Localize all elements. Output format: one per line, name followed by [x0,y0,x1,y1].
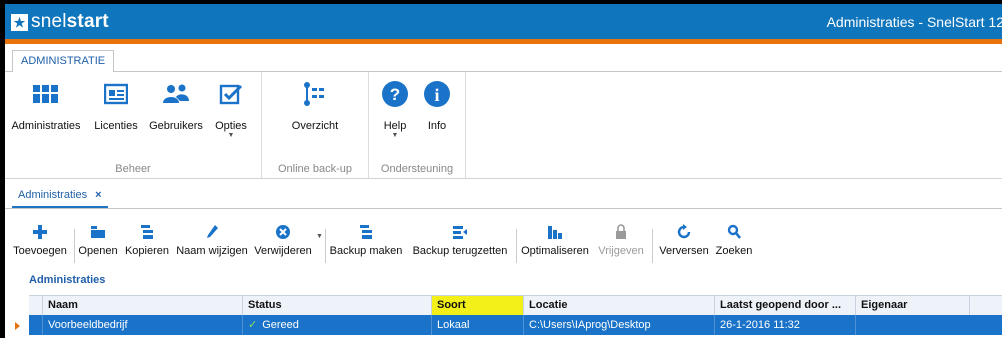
column-header-filler [969,296,1002,315]
license-card-icon [89,78,143,110]
zoeken-button[interactable]: Zoeken [713,221,755,257]
toolbar-separator [74,229,75,263]
tab-administratie[interactable]: ADMINISTRATIE [12,50,115,73]
refresh-icon [655,221,713,243]
info-circle-icon: i [419,78,455,110]
opties-button[interactable]: Opties ▼ [209,78,253,140]
overview-tree-icon [282,78,348,110]
verwijderen-button[interactable]: Verwijderen [252,221,314,257]
lock-icon [593,221,649,243]
column-header-laatst-geopend[interactable]: Laatst geopend door ... ▼ [714,296,855,329]
column-header-locatie[interactable]: Locatie [523,296,714,315]
backup-terugzetten-button[interactable]: Backup terugzetten [407,221,513,257]
delete-circle-icon [252,221,314,243]
toevoegen-button[interactable]: Toevoegen [9,221,71,257]
title-bar: ★ snel start Administraties - SnelStart 1… [5,4,1002,39]
backup-maken-button[interactable]: Backup maken [328,221,404,257]
table-row[interactable]: Voorbeeldbedrijf ✓ Gereed Lokaal C:\Users… [29,315,1002,335]
group-label-online-backup: Online back-up [278,163,352,175]
group-label-beheer: Beheer [115,163,151,175]
licenties-button[interactable]: Licenties [89,78,143,132]
kopieren-button[interactable]: Kopieren [122,221,172,257]
cell-soort: Lokaal [431,315,523,335]
toolbar-separator [325,229,326,263]
cell-laatst-geopend: 26-1-2016 11:32 [714,315,855,335]
grid-icon [9,78,83,110]
close-icon[interactable]: × [95,189,101,201]
ribbon-group-beheer: Administraties Licenties Gebruikers Opti… [5,72,262,178]
users-icon [145,78,207,110]
ribbon-tab-row: ADMINISTRATIE [5,44,1002,73]
verversen-button[interactable]: Verversen [655,221,713,257]
pencil-icon [174,221,250,243]
restore-icon [407,221,513,243]
gebruikers-button[interactable]: Gebruikers [145,78,207,132]
help-button[interactable]: ? Help ▼ [377,78,413,140]
cell-status: ✓ Gereed [242,315,431,335]
vrijgeven-button[interactable]: Vrijgeven [593,221,649,257]
app-logo: ★ snel start [11,11,109,33]
logo-star-icon: ★ [11,13,28,31]
copy-icon [122,221,172,243]
current-row-indicator-icon [15,322,20,330]
column-header-status[interactable]: Status [242,296,431,315]
toolbar-separator [652,229,653,263]
svg-text:?: ? [390,85,400,104]
optimize-icon [519,221,591,243]
overzicht-button[interactable]: Overzicht [282,78,348,132]
checkmark-icon: ✓ [248,319,258,331]
row-header-column [29,296,42,315]
backup-icon [328,221,404,243]
column-header-naam[interactable]: Naam [42,296,242,315]
chevron-down-icon: ▼ [391,132,399,139]
column-header-eigenaar[interactable]: Eigenaar [855,296,969,315]
ribbon: Administraties Licenties Gebruikers Opti… [5,72,1002,179]
chevron-down-icon: ▼ [227,132,235,139]
window-title: Administraties - SnelStart 12 [826,14,1002,30]
cell-eigenaar [855,315,969,335]
folder-icon [76,221,120,243]
optimaliseren-button[interactable]: Optimaliseren [519,221,591,257]
help-circle-icon: ? [377,78,413,110]
naam-wijzigen-button[interactable]: Naam wijzigen [174,221,250,257]
tab-administraties[interactable]: Administraties × [12,184,108,208]
administraties-button[interactable]: Administraties [9,78,83,132]
chevron-down-icon[interactable]: ▼ [316,233,323,240]
column-header-soort[interactable]: Soort [431,296,523,315]
grid-header: Naam Status Soort Locatie Laatst geopend… [29,295,1002,329]
cell-naam: Voorbeeldbedrijf [42,315,242,335]
plus-icon [9,221,71,243]
document-tab-row: Administraties × [5,179,1002,209]
checkbox-icon [209,78,253,110]
grid-title: Administraties [29,274,106,286]
group-label-ondersteuning: Ondersteuning [380,163,454,175]
ribbon-group-ondersteuning: ? Help ▼ i Info Ondersteuning [369,72,466,178]
svg-text:i: i [434,85,439,105]
cell-locatie: C:\Users\IAprog\Desktop [523,315,714,335]
toolbar-separator [516,229,517,263]
search-icon [713,221,755,243]
info-button[interactable]: i Info [419,78,455,132]
openen-button[interactable]: Openen [76,221,120,257]
toolbar: Toevoegen Openen Kopieren Naam wijzigen … [5,209,1002,269]
application-window: ★ snel start Administraties - SnelStart 1… [5,4,1002,338]
ribbon-group-online-backup: Overzicht Online back-up [262,72,369,178]
